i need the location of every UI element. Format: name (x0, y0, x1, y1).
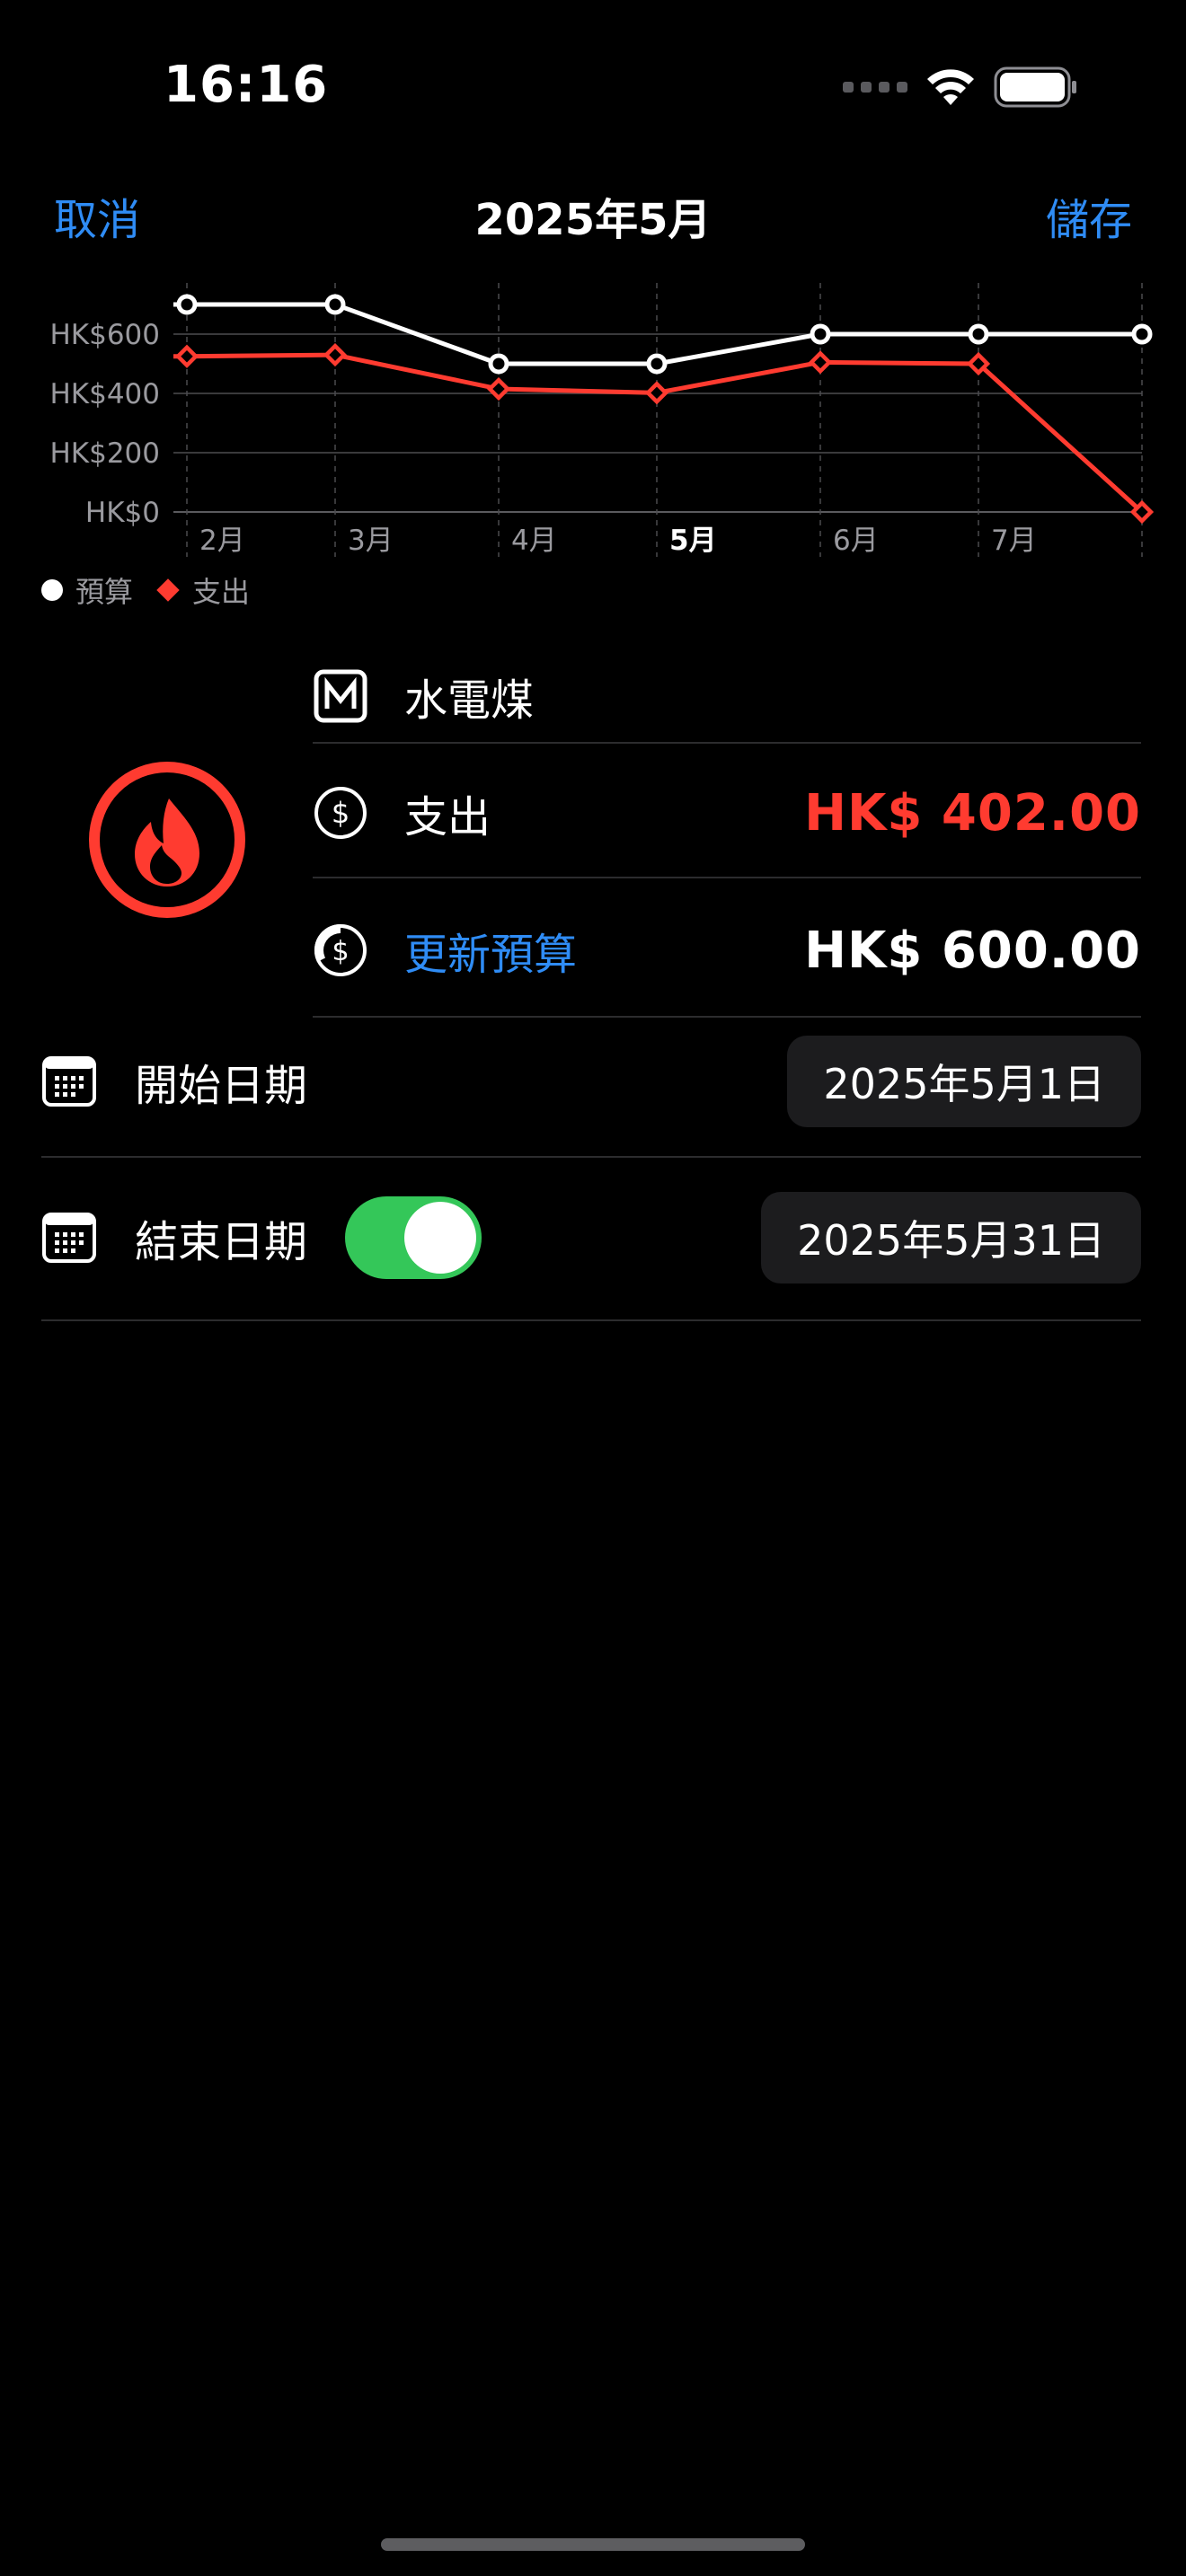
dollar-gauge-icon: $ (313, 922, 368, 978)
battery-icon (994, 66, 1076, 108)
budget-point (324, 294, 346, 315)
legend-label-budget: 預算 (75, 575, 134, 609)
series-line-expense (173, 352, 1144, 514)
budget-point (488, 353, 509, 375)
x-tick-label: 5月 (669, 525, 717, 557)
category-name-row[interactable]: 水電煤 (313, 660, 1141, 732)
expense-row: $ 支出 HK$ 402.00 (313, 777, 1141, 849)
chart-legend: 預算 支出 (41, 569, 271, 611)
calendar-icon (42, 1213, 96, 1263)
budget-point (968, 323, 989, 345)
expense-amount: HK$ 402.00 (804, 783, 1141, 842)
legend-item-budget: 預算 (41, 569, 133, 611)
save-button[interactable]: 儲存 (1046, 184, 1132, 247)
legend-item-expense: 支出 (155, 569, 250, 611)
legend-diamond-marker (156, 578, 180, 602)
budget-point (1131, 323, 1153, 345)
end-date-picker[interactable]: 2025年5月31日 (761, 1192, 1141, 1284)
toggle-knob (404, 1202, 477, 1274)
expense-label: 支出 (404, 792, 491, 842)
cellular-signal-icon (843, 82, 907, 93)
start-date-row: 開始日期 2025年5月1日 (41, 1036, 1141, 1127)
nav-bar: 取消 2025年5月 儲存 (0, 175, 1186, 247)
budget-expense-chart[interactable]: HK$0 HK$200 HK$400 HK$600 2月 3月 4月 5月 6月 7月 (0, 269, 1186, 611)
expense-point (486, 376, 511, 401)
x-tick-label: 3月 (348, 525, 394, 557)
expense-point (174, 344, 199, 368)
budget-point (646, 353, 668, 375)
end-date-row: 結束日期 2025年5月31日 (41, 1192, 1141, 1284)
divider (41, 1156, 1141, 1158)
end-date-label: 結束日期 (135, 1217, 308, 1267)
start-date-picker[interactable]: 2025年5月1日 (787, 1036, 1141, 1127)
x-tick-label: 7月 (991, 525, 1037, 557)
divider (41, 1319, 1141, 1321)
calendar-icon (42, 1056, 96, 1107)
budget-point (810, 323, 831, 345)
x-tick-label: 2月 (199, 525, 245, 557)
end-date-toggle[interactable] (345, 1196, 482, 1279)
budget-row[interactable]: $ 更新預算 HK$ 600.00 (313, 914, 1141, 986)
budget-point (176, 294, 198, 315)
svg-text:$: $ (332, 936, 349, 967)
legend-circle-marker (41, 579, 63, 601)
status-time: 16:16 (164, 56, 329, 114)
y-tick-label: HK$600 (49, 319, 160, 351)
x-tick-label: 6月 (833, 525, 879, 557)
x-tick-label: 4月 (511, 525, 557, 557)
expense-point (644, 381, 669, 405)
page-title: 2025年5月 (474, 195, 712, 245)
dollar-circle-icon: $ (313, 785, 368, 841)
status-icons (843, 65, 1078, 110)
update-budget-button[interactable]: 更新預算 (404, 919, 577, 982)
y-tick-label: HK$0 (85, 497, 160, 529)
y-tick-label: HK$200 (49, 437, 160, 470)
metro-m-icon (313, 668, 368, 724)
expense-point (808, 350, 833, 375)
svg-text:$: $ (332, 796, 350, 830)
divider (313, 742, 1141, 744)
y-tick-label: HK$400 (49, 378, 160, 410)
flame-icon (89, 762, 245, 918)
divider (313, 1016, 1141, 1018)
home-indicator[interactable] (381, 2538, 805, 2551)
status-bar: 16:16 (0, 0, 1186, 171)
start-date-label: 開始日期 (135, 1061, 308, 1111)
legend-label-expense: 支出 (192, 575, 251, 609)
divider (313, 877, 1141, 878)
category-name: 水電煤 (404, 675, 535, 726)
wifi-icon (927, 69, 974, 105)
budget-amount[interactable]: HK$ 600.00 (804, 922, 1141, 980)
expense-point (323, 343, 348, 367)
